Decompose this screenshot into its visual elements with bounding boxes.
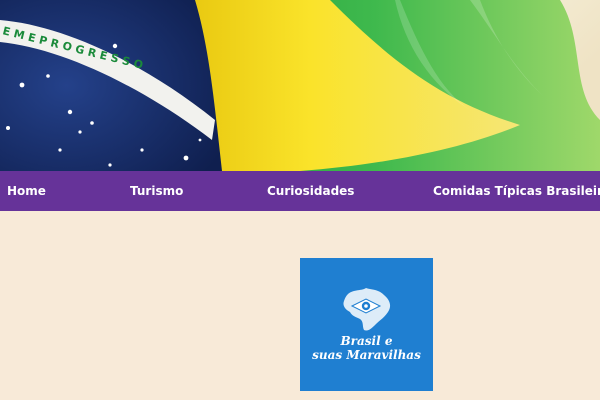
logo-line-2: suas Maravilhas (312, 348, 421, 362)
site-logo: Brasil e suas Maravilhas (300, 258, 433, 391)
main-navigation: Home Turismo Curiosidades Comidas Típica… (0, 171, 600, 211)
nav-link-curiosidades[interactable]: Curiosidades (267, 171, 354, 211)
brazil-map-with-eye-icon (343, 288, 391, 331)
main-content: Brasil e suas Maravilhas (0, 211, 600, 400)
nav-link-comidas-tipicas[interactable]: Comidas Típicas Brasileira (433, 171, 600, 211)
nav-link-turismo[interactable]: Turismo (130, 171, 183, 211)
logo-line-1: Brasil e (340, 334, 393, 348)
brazil-flag-image: E M E P R O G R E S S O (0, 0, 600, 171)
nav-link-home[interactable]: Home (7, 171, 46, 211)
hero-banner: E M E P R O G R E S S O (0, 0, 600, 171)
logo-text: Brasil e suas Maravilhas (300, 334, 433, 362)
